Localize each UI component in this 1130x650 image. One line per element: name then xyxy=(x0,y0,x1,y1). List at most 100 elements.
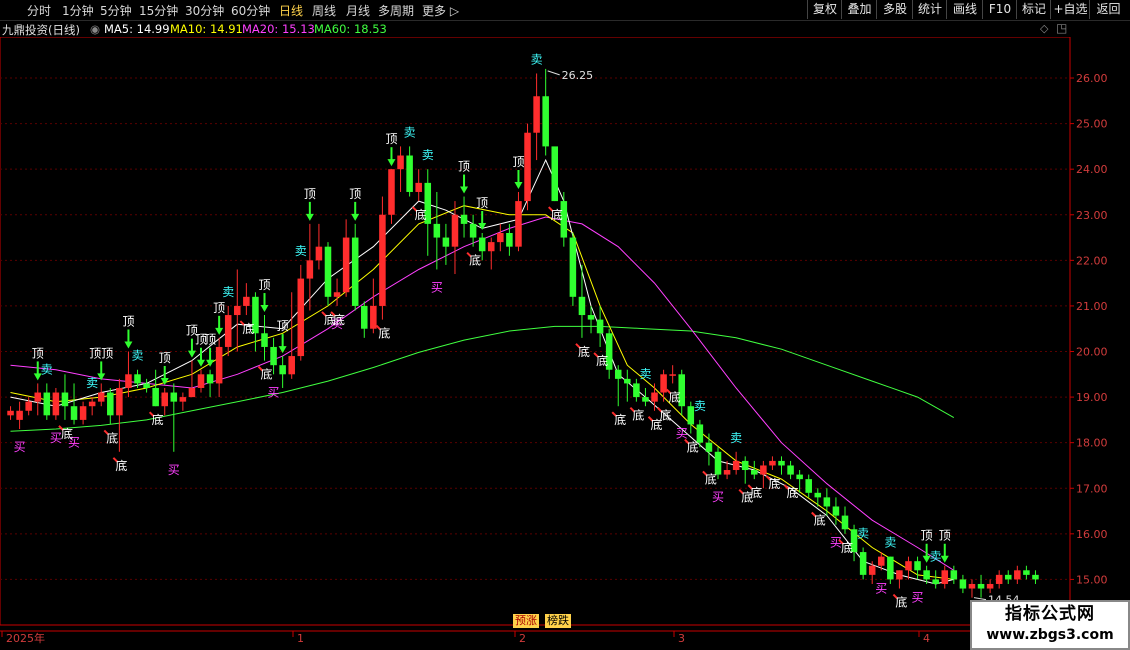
top-signal-label: 顶 xyxy=(476,196,488,210)
candle-body xyxy=(1032,574,1039,580)
ma5-value: MA5: 14.99 xyxy=(104,22,170,36)
top-signal-label: 顶顶 xyxy=(89,346,113,360)
top-arrowhead xyxy=(940,555,949,563)
sell-signal-label: 卖 xyxy=(422,148,434,162)
candle-body xyxy=(487,242,495,252)
toolbar-button-4[interactable]: 画线 xyxy=(946,0,983,19)
top-arrowhead xyxy=(305,213,314,221)
candle-body xyxy=(79,406,87,420)
settings-circle-icon[interactable]: ◉ xyxy=(90,22,100,36)
option-icon[interactable]: ◳ xyxy=(1056,21,1067,35)
kline-chart[interactable]: 15.00 16.00 17.00 18.00 19.00 20.00 21.00 22.00… xyxy=(0,37,1130,650)
period-tab-8[interactable]: 月线 xyxy=(346,2,370,19)
candle-body xyxy=(506,233,513,247)
y-tick-label: 16.00 xyxy=(1076,528,1108,541)
x-tick-label: 3 xyxy=(678,632,685,645)
candle-body xyxy=(433,223,441,238)
toolbar-button-7[interactable]: +自选 xyxy=(1050,0,1090,19)
candle-body xyxy=(596,319,604,334)
period-tab-1[interactable]: 1分钟 xyxy=(62,2,94,19)
bottom-signal-label: 底 xyxy=(596,353,608,368)
top-arrowhead xyxy=(514,181,523,189)
toolbar-button-2[interactable]: 多股 xyxy=(876,0,913,19)
y-tick-label: 24.00 xyxy=(1076,163,1108,176)
candle-body xyxy=(306,260,314,279)
candle-body xyxy=(823,497,831,507)
candle-body xyxy=(859,552,867,575)
sell-signal-label: 卖 xyxy=(404,125,416,139)
period-tab-6[interactable]: 日线 xyxy=(279,2,303,19)
x-tick-label: 4 xyxy=(923,632,930,645)
candle-body xyxy=(270,346,277,366)
candle-body xyxy=(651,392,658,402)
candle-body xyxy=(968,583,976,589)
period-tab-4[interactable]: 30分钟 xyxy=(185,2,224,19)
candle-body xyxy=(868,565,876,575)
period-tab-3[interactable]: 15分钟 xyxy=(139,2,178,19)
y-tick-label: 23.00 xyxy=(1076,209,1108,222)
candle-body xyxy=(107,392,114,416)
candle-body xyxy=(406,155,413,192)
period-tab-2[interactable]: 5分钟 xyxy=(100,2,132,19)
ma10-value: MA10: 14.91 xyxy=(170,22,243,36)
stock-title: 九鼎投资(日线) xyxy=(2,23,80,37)
candle-body xyxy=(61,392,69,407)
candle-body xyxy=(224,315,232,347)
candle-body xyxy=(152,387,159,407)
candle-body xyxy=(878,556,885,566)
toolbar-button-3[interactable]: 统计 xyxy=(912,0,947,19)
period-tab-10[interactable]: 更多 ▷ xyxy=(422,2,459,19)
toolbar-button-6[interactable]: 标记 xyxy=(1016,0,1051,19)
candle-body xyxy=(578,296,586,316)
toolbar-button-0[interactable]: 复权 xyxy=(807,0,842,19)
toolbar-button-5[interactable]: F10 xyxy=(982,0,1017,19)
sell-signal-label: 卖 xyxy=(730,431,742,445)
sell-signal-label: 卖 xyxy=(41,362,53,376)
candle-body xyxy=(515,201,522,247)
candle-body xyxy=(116,387,123,416)
candle-body xyxy=(1023,570,1030,575)
top-signal-label: 顶 xyxy=(458,160,470,174)
candle-body xyxy=(723,470,731,475)
candle-body xyxy=(451,214,459,247)
period-tab-5[interactable]: 60分钟 xyxy=(231,2,270,19)
bottom-signal-label: 底 xyxy=(152,412,164,427)
candle-body xyxy=(43,392,51,416)
candle-body xyxy=(841,515,849,530)
buy-signal-label: 买 xyxy=(268,385,280,399)
top-arrowhead xyxy=(278,346,287,354)
badge-2: 榜跌 xyxy=(545,614,571,628)
top-signal-label: 顶 xyxy=(385,132,397,146)
badge-1: 预涨 xyxy=(513,614,539,628)
bottom-signal-label: 底 xyxy=(660,408,672,423)
top-signal-label: 顶 xyxy=(122,315,134,329)
top-arrowhead xyxy=(124,341,133,349)
candle-body xyxy=(832,506,840,516)
buy-signal-label: 买 xyxy=(168,463,180,477)
candle-body xyxy=(714,451,722,475)
bottom-signal-label: 底 xyxy=(333,312,345,327)
candle-body xyxy=(741,460,749,471)
candle-body xyxy=(959,579,967,589)
candle-body xyxy=(1014,570,1021,580)
period-tab-9[interactable]: 多周期 xyxy=(378,2,414,19)
candle-body xyxy=(125,374,132,388)
diamond-icon[interactable]: ◇ xyxy=(1040,22,1048,35)
toolbar-button-1[interactable]: 叠加 xyxy=(841,0,877,19)
sell-signal-label: 卖 xyxy=(884,536,896,550)
y-tick-label: 18.00 xyxy=(1076,437,1108,450)
sell-signal-label: 卖 xyxy=(222,285,234,299)
bottom-signal-label: 底 xyxy=(614,412,626,427)
candle-body xyxy=(533,96,540,133)
bottom-signal-label: 底 xyxy=(242,321,254,336)
candle-body xyxy=(805,479,812,493)
period-tab-0[interactable]: 分时 xyxy=(27,2,51,19)
candle-body xyxy=(769,460,776,466)
top-signal-label: 顶 xyxy=(349,187,361,201)
candle-body xyxy=(905,561,912,571)
candle-body xyxy=(941,570,949,584)
toolbar-button-8[interactable]: 返回 xyxy=(1089,0,1127,19)
period-tab-7[interactable]: 周线 xyxy=(312,2,336,19)
candle-body xyxy=(669,374,676,376)
candle-body xyxy=(361,305,368,329)
